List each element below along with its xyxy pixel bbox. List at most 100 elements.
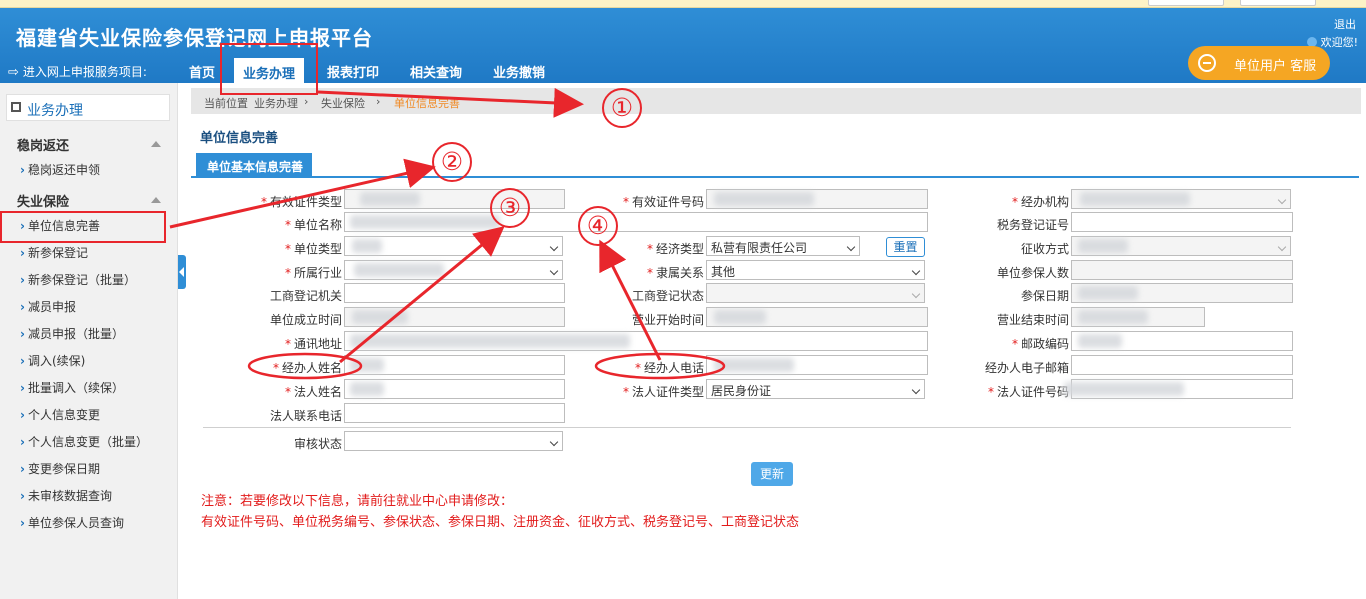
field-label: 税务登记证号 [997,218,1070,232]
page-title: 单位信息完善 [200,131,279,146]
annotation-number-3: ③ [490,188,530,228]
sidebar-item[interactable]: › 个人信息变更（批量） [20,433,148,450]
chevron-right-icon: › [20,408,25,422]
sidebar-item[interactable]: › 个人信息变更 [20,406,100,423]
sidebar-item[interactable]: › 减员申报 [20,298,76,315]
sidebar-item[interactable]: › 新参保登记 [20,244,88,261]
field-label: 单位成立时间 [270,313,343,327]
notice-fields: 有效证件号码、单位税务编号、参保状态、参保日期、注册资金、征收方式、税务登记号、… [201,515,800,530]
sidebar: 业务办理 稳岗返还 › 稳岗返还申领 失业保险 › 单位信息完善 › 新参保登记 › 新… [0,83,178,599]
sidebar-collapse-handle[interactable] [178,255,186,289]
chevron-right-icon: › [20,354,25,368]
sidebar-header-label: 业务办理 [27,103,83,119]
site-title: 福建省失业保险参保登记网上申报平台 [16,26,373,50]
field-label: * 单位名称 [285,218,343,232]
breadcrumb-current: 单位信息完善 [394,97,460,110]
top-strip-button[interactable] [1148,0,1224,6]
redaction-blur [350,215,500,229]
chevron-right-icon: › [20,246,25,260]
insured-count-field[interactable] [1071,260,1293,280]
redaction-blur [714,192,814,206]
sidebar-item[interactable]: › 新参保登记（批量） [20,271,136,288]
field-label: * 隶属关系 [647,266,705,280]
update-button[interactable]: 更新 [751,462,793,486]
field-label: 法人联系电话 [270,409,343,423]
nav-item-query[interactable]: 相关查询 [410,62,462,81]
breadcrumb-item[interactable]: 业务办理 [254,95,298,111]
field-label: * 邮政编码 [1012,337,1070,351]
field-label: 工商登记状态 [632,289,705,303]
sidebar-item-label: 减员申报 [27,300,76,314]
field-label: * 经济类型 [647,242,705,256]
tab-basic-info[interactable]: 单位基本信息完善 [196,153,312,178]
nav-entry-label: 进入网上申报服务项目: [22,65,147,79]
field-label: * 有效证件号码 [623,195,705,209]
field-label: * 经办人姓名 [273,361,343,375]
registration-status-select[interactable] [706,283,925,303]
sidebar-item[interactable]: › 调入(续保) [20,352,85,369]
redaction-blur [714,358,794,372]
sidebar-item-label: 调入(续保) [27,354,86,368]
legal-rep-phone-field[interactable] [344,403,565,423]
sidebar-item[interactable]: › 批量调入（续保） [20,379,124,396]
field-label: * 通讯地址 [285,337,343,351]
redaction-blur [350,382,384,396]
redaction-blur [352,239,382,253]
annotation-box-sidebar [0,211,166,243]
legal-rep-id-type-select[interactable]: 居民身份证 [706,379,925,399]
sidebar-item[interactable]: › 未审核数据查询 [20,487,112,504]
nav-item-report-print[interactable]: 报表打印 [327,62,379,81]
field-label: 营业开始时间 [632,313,705,327]
field-label: 经办人电子邮箱 [985,361,1070,375]
main-nav: ⇨ 进入网上申报服务项目: 首页 业务办理 报表打印 相关查询 业务撤销 [0,58,1366,85]
sidebar-header[interactable]: 业务办理 [6,94,170,121]
redaction-blur [352,310,408,324]
field-label: * 所属行业 [285,266,343,280]
tax-reg-field[interactable] [1071,212,1293,232]
top-strip-button[interactable] [1240,0,1316,6]
sidebar-item-label: 未审核数据查询 [27,489,112,503]
collapse-caret-icon[interactable] [151,141,161,147]
affiliation-select[interactable]: 其他 [706,260,925,280]
breadcrumb-label: 当前位置 [204,97,248,110]
browser-top-strip [0,0,1366,8]
sidebar-item-label: 个人信息变更（批量） [27,435,148,449]
redaction-blur [714,310,766,324]
sidebar-item[interactable]: › 单位参保人员查询 [20,514,124,531]
economic-type-select[interactable]: 私营有限责任公司 [706,236,860,256]
sidebar-item[interactable]: › 减员申报（批量） [20,325,124,342]
sidebar-group-stable-jobs[interactable]: 稳岗返还 [17,135,69,154]
chevron-right-icon: › [20,435,25,449]
form-divider [203,427,1291,428]
chevron-right-icon: › [20,273,25,287]
field-label: * 有效证件类型 [261,195,343,209]
breadcrumb-item[interactable]: 失业保险 [321,95,365,111]
sidebar-group-unemployment[interactable]: 失业保险 [17,191,69,210]
registration-authority-field[interactable] [344,283,565,303]
sidebar-item[interactable]: › 变更参保日期 [20,460,100,477]
chevron-right-icon: › [20,381,25,395]
redaction-blur [360,192,420,206]
redaction-blur [1078,239,1128,253]
chevron-right-icon: › [20,489,25,503]
logout-link[interactable]: 退出 [1334,16,1356,32]
collapse-caret-icon[interactable] [151,197,161,203]
sidebar-item-label: 批量调入（续保） [27,381,124,395]
annotation-number-4: ④ [578,206,618,246]
field-label: * 法人证件号码 [988,385,1070,399]
review-status-select[interactable] [344,431,563,451]
sidebar-item-label: 稳岗返还申领 [27,163,100,177]
field-label: 工商登记机关 [270,289,343,303]
sidebar-item[interactable]: › 稳岗返还申领 [20,161,100,178]
chevron-right-icon: › [20,327,25,341]
enter-arrow-icon: ⇨ [8,65,19,80]
nav-item-home[interactable]: 首页 [189,62,215,81]
redaction-blur [1078,286,1138,300]
field-label: 审核状态 [294,437,343,451]
annotation-box-nav [220,43,318,95]
reset-button[interactable]: 重置 [886,237,925,257]
contact-email-field[interactable] [1071,355,1293,375]
annotation-number-2: ② [432,142,472,182]
chevron-right-icon: › [20,300,25,314]
nav-item-revoke[interactable]: 业务撤销 [493,62,545,81]
